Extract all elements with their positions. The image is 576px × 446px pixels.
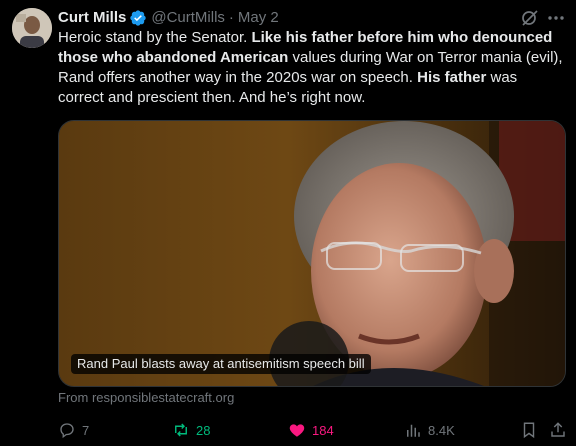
tweet-header: Curt Mills @CurtMills · May 2 — [58, 8, 564, 28]
like-button[interactable]: 184 — [288, 420, 334, 440]
link-card-title: Rand Paul blasts away at antisemitism sp… — [71, 354, 371, 374]
action-bar: 7 28 184 8.4K — [58, 420, 570, 440]
tweet-text-bold: His father — [417, 69, 487, 86]
tweet-text: Heroic stand by the Senator. Like his fa… — [58, 28, 566, 108]
like-icon — [289, 424, 305, 437]
more-icon[interactable] — [546, 8, 566, 28]
like-count: 184 — [312, 422, 334, 438]
reply-icon — [60, 423, 74, 439]
author-handle[interactable]: @CurtMills — [151, 8, 225, 28]
repost-count: 28 — [196, 422, 211, 438]
link-card-image[interactable]: Rand Paul blasts away at antisemitism sp… — [58, 120, 566, 387]
reply-button[interactable]: 7 — [58, 420, 89, 440]
senator-photo — [59, 121, 565, 386]
share-icon — [551, 422, 565, 437]
views-count: 8.4K — [428, 422, 455, 438]
grok-icon[interactable] — [520, 8, 540, 28]
reply-count: 7 — [82, 422, 90, 438]
repost-button[interactable]: 28 — [172, 420, 210, 440]
separator-dot: · — [228, 9, 234, 26]
tweet-date[interactable]: May 2 — [238, 8, 279, 28]
author-name[interactable]: Curt Mills — [58, 8, 126, 28]
tweet[interactable]: Curt Mills @CurtMills · May 2 Heroic sta… — [0, 0, 576, 446]
tweet-text-segment: Heroic stand by the Senator. — [58, 29, 252, 46]
link-source[interactable]: From responsiblestatecraft.org — [58, 390, 234, 405]
verified-badge-icon[interactable] — [129, 9, 147, 27]
bookmark-icon — [523, 422, 535, 439]
share-button[interactable] — [549, 420, 573, 440]
views-icon — [407, 424, 420, 437]
avatar[interactable] — [12, 8, 52, 48]
views-button[interactable]: 8.4K — [404, 420, 455, 440]
bookmark-button[interactable] — [520, 420, 544, 440]
repost-icon — [175, 423, 187, 437]
